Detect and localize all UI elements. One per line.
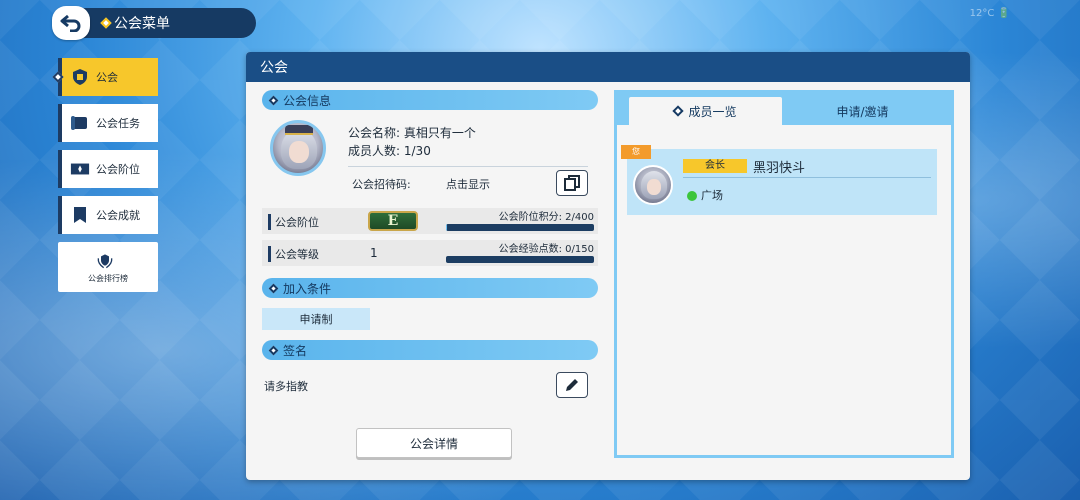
tab-member-list[interactable]: 成员一览 <box>629 97 782 125</box>
shield-icon <box>70 67 90 87</box>
divider <box>683 177 931 178</box>
rank-points: 公会阶位积分: 2/400 <box>499 208 594 223</box>
section-title: 公会信息 <box>283 93 332 108</box>
guild-level-label: 公会等级 <box>268 246 319 262</box>
guild-info-column: 公会信息 公会名称: 真相只有一个 成员人数: 1/30 公会招待码: 点击显示 <box>262 90 598 402</box>
copy-icon <box>564 175 580 191</box>
sidebar-item-label: 公会排行榜 <box>88 273 128 283</box>
tab-label: 成员一览 <box>688 104 737 119</box>
rank-progress-bar <box>446 224 594 231</box>
scroll-icon <box>70 113 90 133</box>
sidebar-item-label: 公会 <box>96 71 118 84</box>
sidebar-item-guild-tasks[interactable]: 公会任务 <box>58 104 158 142</box>
section-header-guild-info: 公会信息 <box>262 90 598 110</box>
sidebar-item-guild-rank[interactable]: 公会阶位 <box>58 150 158 188</box>
diamond-icon <box>672 105 685 117</box>
section-title: 签名 <box>283 343 308 358</box>
invite-code-reveal[interactable]: 点击显示 <box>446 176 490 192</box>
guild-avatar <box>270 120 326 176</box>
level-exp-value: 0/150 <box>565 244 594 255</box>
guild-rank-label: 公会阶位 <box>268 214 319 230</box>
invite-code-label: 公会招待码: <box>352 178 411 191</box>
guild-name-value: 真相只有一个 <box>403 126 476 140</box>
guild-panel: 公会 公会信息 公会名称: 真相只有一个 成员人数: 1/30 公会招待码: 点… <box>246 52 970 480</box>
diamond-icon <box>268 283 279 293</box>
guild-level-row: 公会等级 1 公会经验点数: 0/150 <box>262 240 598 266</box>
menu-title-text: 公会菜单 <box>114 16 170 32</box>
role-badge: 会长 <box>683 159 747 173</box>
member-location: 广场 <box>701 189 723 202</box>
level-exp: 公会经验点数: 0/150 <box>499 240 594 255</box>
member-count-value: 1/30 <box>403 144 431 158</box>
section-header-signature: 签名 <box>262 340 598 360</box>
sidebar-item-label: 公会成就 <box>96 209 140 222</box>
rank-points-value: 2/400 <box>565 212 594 223</box>
guild-info-block: 公会名称: 真相只有一个 成员人数: 1/30 公会招待码: 点击显示 <box>262 110 598 202</box>
level-progress-bar <box>446 256 594 263</box>
rank-points-label: 公会阶位积分: <box>498 212 562 223</box>
status-indicator: 12°C 🔋 <box>969 8 1010 19</box>
back-button[interactable] <box>52 6 90 40</box>
divider <box>348 166 588 167</box>
join-mode: 申请制 <box>262 308 370 330</box>
guild-name-label: 公会名称: <box>348 126 401 140</box>
banner-icon <box>70 205 90 225</box>
sidebar-item-guild-leaderboard[interactable]: 公会排行榜 <box>58 242 158 292</box>
laurel-shield-icon <box>95 251 115 271</box>
sidebar-item-label: 公会任务 <box>96 117 140 130</box>
sidebar-item-label: 公会阶位 <box>96 163 140 176</box>
diamond-icon <box>268 345 279 355</box>
edit-signature-button[interactable] <box>556 372 588 398</box>
copy-button[interactable] <box>556 170 588 196</box>
tab-apply-invite[interactable]: 申请/邀请 <box>786 97 939 125</box>
sidebar: 公会 公会任务 公会阶位 公会成就 公会排行榜 <box>52 58 160 300</box>
rank-badge: E <box>368 211 418 231</box>
ticket-icon <box>70 159 90 179</box>
level-exp-label: 公会经验点数: <box>498 244 562 255</box>
you-badge: 您 <box>621 145 651 159</box>
signature-text: 请多指教 <box>264 380 308 393</box>
avatar <box>633 165 673 205</box>
pencil-icon <box>566 379 578 391</box>
diamond-icon <box>268 95 279 105</box>
list-item[interactable]: 您 会长 黑羽快斗 广场 <box>621 145 937 215</box>
guild-details-button[interactable]: 公会详情 <box>356 428 512 458</box>
back-arrow-icon <box>60 14 81 32</box>
member-tabs: 成员一览 申请/邀请 <box>617 93 951 125</box>
member-panel: 成员一览 申请/邀请 您 会长 黑羽快斗 广场 <box>614 90 954 458</box>
signature-row: 请多指教 <box>262 366 598 402</box>
tab-label: 申请/邀请 <box>836 104 889 119</box>
member-name: 黑羽快斗 <box>753 161 806 176</box>
menu-title: 公会菜单 <box>100 13 170 33</box>
guild-info-lines: 公会名称: 真相只有一个 成员人数: 1/30 <box>348 124 476 160</box>
sidebar-item-guild[interactable]: 公会 <box>52 58 158 96</box>
online-status-icon <box>687 191 697 201</box>
active-marker-icon <box>52 71 64 83</box>
section-title: 加入条件 <box>283 281 332 296</box>
panel-title: 公会 <box>246 52 970 82</box>
diamond-icon <box>100 17 112 29</box>
menu-topbar: 公会菜单 <box>52 6 256 40</box>
member-count-label: 成员人数: <box>348 144 401 158</box>
guild-rank-row: 公会阶位 E 公会阶位积分: 2/400 <box>262 208 598 234</box>
sidebar-item-guild-achievements[interactable]: 公会成就 <box>58 196 158 234</box>
section-header-join: 加入条件 <box>262 278 598 298</box>
guild-level-value: 1 <box>370 246 378 260</box>
